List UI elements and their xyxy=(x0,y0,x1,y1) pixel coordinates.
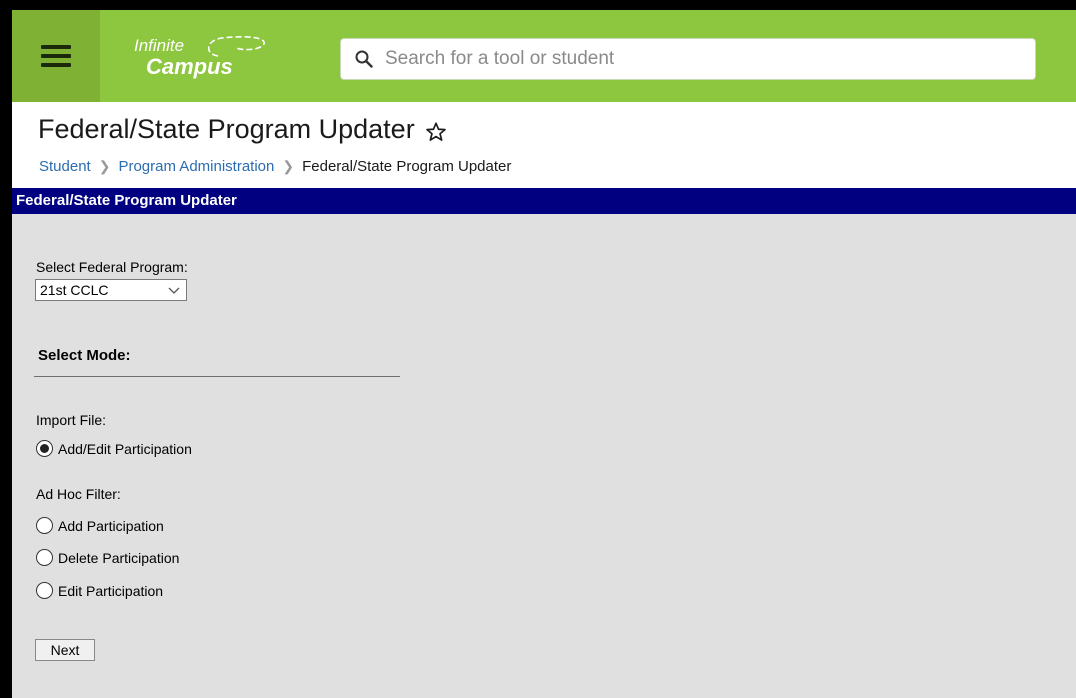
radio-button[interactable] xyxy=(36,517,53,534)
radio-edit-participation[interactable]: Edit Participation xyxy=(36,582,163,599)
breadcrumb-student[interactable]: Student xyxy=(39,158,91,175)
app-window: Infinite Campus Federal/State Program Up… xyxy=(12,10,1076,698)
page-header: Federal/State Program Updater Student ❯ … xyxy=(12,102,1076,188)
breadcrumb-program-administration[interactable]: Program Administration xyxy=(118,158,274,175)
radio-add-participation[interactable]: Add Participation xyxy=(36,517,164,534)
search-input[interactable] xyxy=(385,48,985,70)
favorite-star-icon[interactable] xyxy=(425,119,447,141)
next-button[interactable]: Next xyxy=(35,639,95,661)
chevron-right-icon: ❯ xyxy=(98,158,111,174)
hamburger-icon xyxy=(41,45,71,67)
radio-label: Add/Edit Participation xyxy=(58,440,192,457)
page-title-row: Federal/State Program Updater xyxy=(38,114,447,145)
breadcrumb: Student ❯ Program Administration ❯ Feder… xyxy=(39,158,511,175)
logo-text-infinite: Infinite xyxy=(134,36,185,55)
radio-label: Edit Participation xyxy=(58,582,164,599)
section-title-bar: Federal/State Program Updater xyxy=(12,188,1076,214)
radio-add-edit-participation[interactable]: Add/Edit Participation xyxy=(36,440,192,457)
divider xyxy=(34,376,400,377)
search-bar[interactable] xyxy=(340,38,1036,80)
radio-button-checked[interactable] xyxy=(36,440,53,457)
radio-label: Add Participation xyxy=(58,517,164,534)
menu-button[interactable] xyxy=(12,10,100,102)
infinite-campus-logo[interactable]: Infinite Campus xyxy=(130,30,290,86)
import-file-label: Import File: xyxy=(36,412,107,428)
top-navigation-bar: Infinite Campus xyxy=(12,10,1076,102)
radio-button[interactable] xyxy=(36,549,53,566)
ad-hoc-filter-label: Ad Hoc Filter: xyxy=(36,486,121,502)
logo-text-campus: Campus xyxy=(146,54,233,79)
federal-program-label: Select Federal Program: xyxy=(36,259,188,275)
page-title: Federal/State Program Updater xyxy=(38,114,415,144)
chevron-right-icon: ❯ xyxy=(282,158,295,174)
radio-label: Delete Participation xyxy=(58,549,180,566)
select-mode-title: Select Mode: xyxy=(38,347,131,364)
federal-program-value: 21st CCLC xyxy=(40,282,109,298)
form-content: Select Federal Program: 21st CCLC Select… xyxy=(12,214,1076,698)
search-icon xyxy=(355,50,373,68)
breadcrumb-current: Federal/State Program Updater xyxy=(302,158,512,175)
federal-program-select[interactable]: 21st CCLC xyxy=(35,279,187,301)
radio-delete-participation[interactable]: Delete Participation xyxy=(36,549,179,566)
radio-button[interactable] xyxy=(36,582,53,599)
chevron-down-icon xyxy=(168,281,180,299)
